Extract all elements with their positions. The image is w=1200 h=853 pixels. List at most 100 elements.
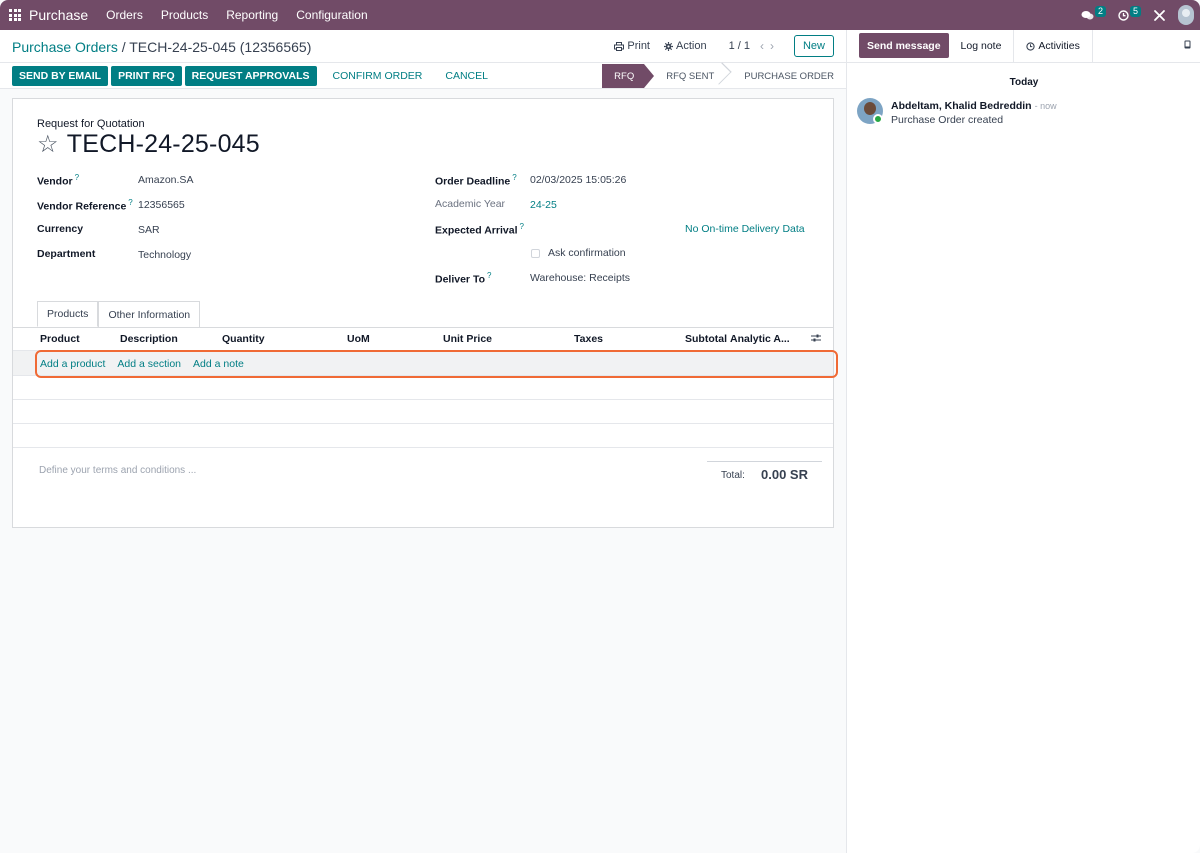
menu-reporting[interactable]: Reporting [226,8,278,22]
order-deadline-field[interactable]: 02/03/2025 15:05:26 [530,174,626,186]
empty-row [13,375,833,399]
control-panel: Purchase Orders / TECH-24-25-045 (123565… [0,30,846,63]
online-status-icon [873,114,883,124]
attachment-icon[interactable] [1184,40,1192,52]
deliver-to-label: Deliver To? [435,271,492,286]
action-button[interactable]: Action [664,40,707,52]
message-body: Purchase Order created [891,114,1004,126]
order-deadline-label: Order Deadline? [435,173,517,188]
help-icon[interactable]: ? [512,173,516,182]
log-note-button[interactable]: Log note [949,30,1015,62]
navbar-systray: 2 5 [1081,0,1200,30]
print-button[interactable]: Print [614,40,650,52]
help-icon[interactable]: ? [519,222,523,231]
chat-bubbles-icon [1081,10,1094,19]
column-quantity[interactable]: Quantity [222,333,265,345]
control-panel-actions: Print Action 1 / 1 ‹› New [600,35,834,57]
pager-arrows: ‹› [760,39,780,53]
apps-grid-icon[interactable] [9,9,21,21]
send-message-button[interactable]: Send message [859,33,949,58]
top-navbar: Purchase Orders Products Reporting Confi… [0,0,1200,30]
column-description[interactable]: Description [120,333,178,345]
new-button[interactable]: New [793,35,834,57]
help-icon[interactable]: ? [128,198,132,207]
star-icon[interactable]: ☆ [37,130,59,159]
action-label: Action [676,40,707,52]
expected-arrival-label: Expected Arrival? [435,222,524,237]
menu-orders[interactable]: Orders [106,8,143,22]
printer-icon [614,41,625,51]
vendor-reference-label: Vendor Reference? [37,198,133,213]
currency-field[interactable]: SAR [138,224,160,236]
column-uom[interactable]: UoM [347,333,370,345]
stage-rfq[interactable]: RFQ [602,64,655,88]
message-time: - now [1034,101,1057,111]
ask-confirmation-label: Ask confirmation [548,247,626,259]
empty-row [13,423,833,447]
tab-other-information[interactable]: Other Information [98,301,201,327]
print-rfq-button[interactable]: PRINT RFQ [111,66,182,86]
no-ontime-delivery-link[interactable]: No On-time Delivery Data [685,223,805,235]
vendor-reference-field[interactable]: 12356565 [138,199,185,211]
activities-button[interactable]: Activities [1014,30,1093,62]
help-icon[interactable]: ? [487,271,491,280]
menu-configuration[interactable]: Configuration [296,8,367,22]
chatter-topbar: Send message Log note Activities [847,30,1200,63]
user-avatar[interactable] [1178,5,1194,25]
breadcrumb-current: TECH-24-25-045 (12356565) [129,39,312,55]
form-sheet: Request for Quotation ☆ TECH-24-25-045 V… [12,98,838,528]
academic-year-field[interactable]: 24-25 [530,199,557,211]
optional-columns-icon[interactable] [811,333,821,343]
pager-next-icon[interactable]: › [770,39,780,53]
status-stages: RFQ RFQ SENT PURCHASE ORDER [602,64,834,88]
request-approvals-button[interactable]: REQUEST APPROVALS [184,66,317,86]
tab-products[interactable]: Products [37,301,99,327]
column-product[interactable]: Product [40,333,80,345]
terms-and-conditions-field[interactable]: Define your terms and conditions ... [39,465,196,476]
total-label: Total: [721,470,745,481]
deliver-to-field[interactable]: Warehouse: Receipts [530,272,630,284]
column-analytic[interactable]: Analytic A... [730,333,790,345]
breadcrumb-purchase-orders[interactable]: Purchase Orders [12,39,118,55]
vendor-label: Vendor? [37,173,80,188]
gear-icon [664,41,673,51]
chatter-panel: Send message Log note Activities Today A… [846,30,1200,853]
column-unit-price[interactable]: Unit Price [443,333,492,345]
document-type-label: Request for Quotation [37,118,145,130]
totals-box: Total: 0.00 SR [707,461,822,482]
message-author-name[interactable]: Abdeltam, Khalid Bedreddin [891,100,1032,112]
department-field[interactable]: Technology [138,249,191,261]
app-name[interactable]: Purchase [29,7,88,23]
column-subtotal[interactable]: Subtotal [685,333,727,345]
pager-value[interactable]: 1 / 1 [729,40,750,52]
notebook-tabs: Products Other Information [37,301,201,327]
currency-label: Currency [37,223,84,235]
help-icon[interactable]: ? [75,173,79,182]
page: Purchase Orders Products Reporting Confi… [0,0,1200,853]
stage-purchase-order[interactable]: PURCHASE ORDER [724,64,834,88]
activities-label: Activities [1038,40,1080,52]
ask-confirmation-checkbox[interactable] [531,249,540,258]
vendor-field[interactable]: Amazon.SA [138,174,193,186]
activities-count-badge: 5 [1129,5,1141,17]
breadcrumb-separator: / [121,39,126,55]
form-statusbar: SEND BY EMAIL PRINT RFQ REQUEST APPROVAL… [0,63,846,89]
clock-icon [1026,41,1036,51]
date-separator: Today [1009,77,1039,88]
debug-tools-button[interactable] [1153,9,1166,22]
stage-rfq-sent[interactable]: RFQ SENT [644,64,724,88]
tools-icon [1154,9,1165,21]
cancel-button[interactable]: CANCEL [438,66,495,86]
activities-button[interactable]: 5 [1118,5,1141,21]
clock-icon [1118,9,1129,21]
menu-products[interactable]: Products [161,8,208,22]
page-title: ☆ TECH-24-25-045 [37,130,260,159]
department-label: Department [37,248,96,260]
confirm-order-button[interactable]: CONFIRM ORDER [326,66,430,86]
print-label: Print [627,40,650,52]
message-author: Abdeltam, Khalid Bedreddin - now [891,100,1057,112]
send-by-email-button[interactable]: SEND BY EMAIL [12,66,109,86]
pager-previous-icon[interactable]: ‹ [760,39,770,53]
column-taxes[interactable]: Taxes [574,333,603,345]
messages-button[interactable]: 2 [1081,5,1106,21]
